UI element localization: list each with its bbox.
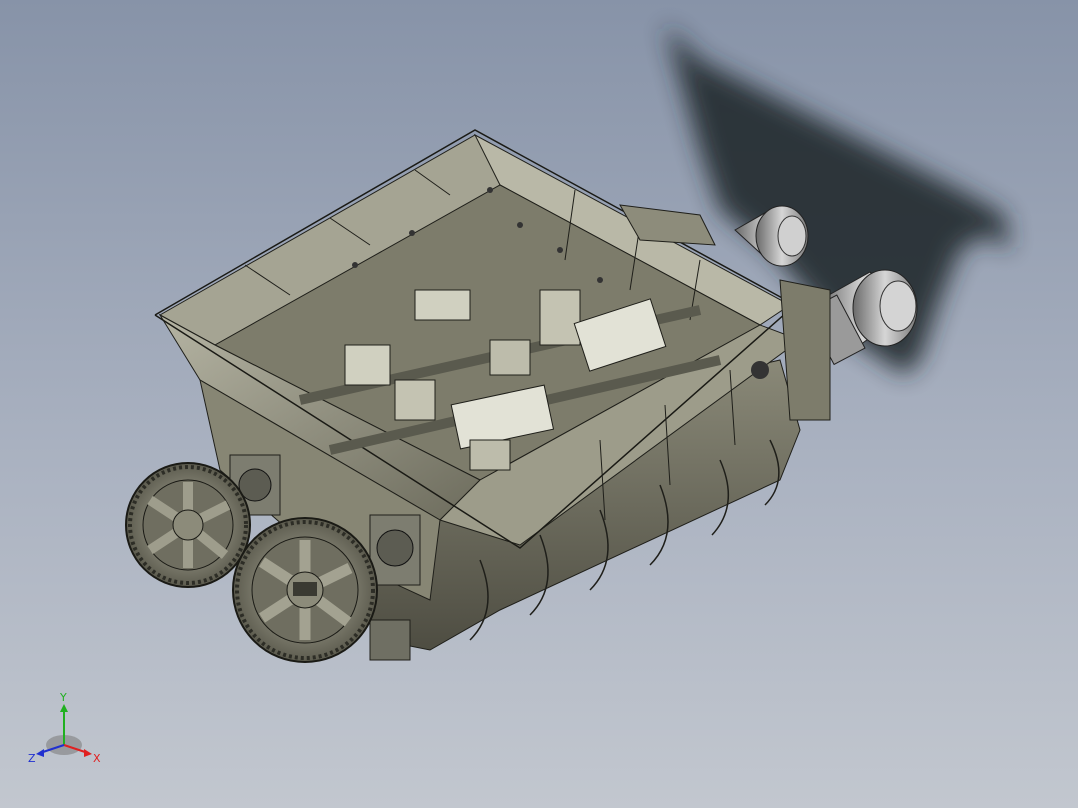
orientation-triad: Y X Z [28, 691, 101, 765]
y-axis-label: Y [59, 691, 67, 704]
cad-viewport[interactable]: Y X Z [0, 0, 1078, 808]
x-axis-label: X [93, 752, 101, 765]
z-axis-label: Z [28, 752, 36, 765]
gear-wheel-front [232, 517, 378, 663]
gear-wheel-rear [125, 462, 251, 588]
model-canvas[interactable] [0, 0, 1078, 808]
